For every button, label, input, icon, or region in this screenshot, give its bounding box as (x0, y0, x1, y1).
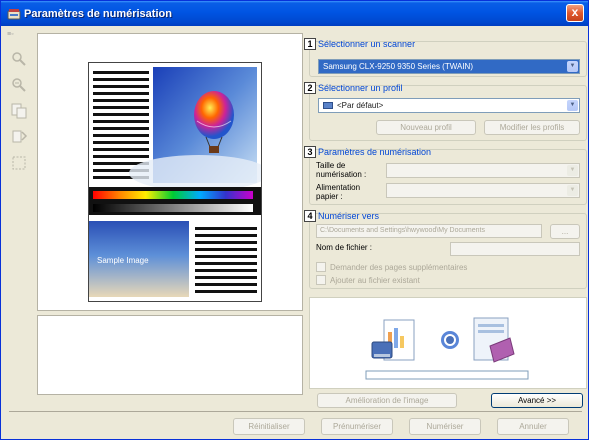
destination-path-field[interactable]: C:\Documents and Settings\hwywood\My Doc… (316, 224, 542, 238)
step-1-badge: 1 (304, 38, 316, 50)
image-enhancement-button[interactable]: Amélioration de l'image (317, 393, 457, 408)
scan-settings-group: 3 Paramètres de numérisation Taille de n… (304, 146, 587, 205)
footer-divider (9, 411, 582, 412)
paper-feed-label: Alimentation papier : (316, 183, 361, 201)
scan-flow-illustration (309, 297, 587, 389)
profile-icon (323, 102, 333, 109)
scan-size-select[interactable]: ▼ (386, 163, 580, 178)
edit-profiles-button[interactable]: Modifier les profils (484, 120, 580, 135)
ask-more-pages-label: Demander des pages supplémentaires (330, 262, 468, 272)
chevron-down-icon[interactable]: ▼ (567, 61, 578, 72)
scanner-group: 1 Sélectionner un scanner Samsung CLX-92… (304, 38, 587, 77)
zoom-out-icon[interactable] (9, 75, 29, 95)
filename-field[interactable] (450, 242, 580, 256)
scanner-select-value: Samsung CLX-9250 9350 Series (TWAIN) (323, 62, 473, 71)
info-panel (37, 315, 303, 395)
rotate-icon[interactable] (9, 127, 29, 147)
add-to-file-label: Ajouter au fichier existant (330, 275, 420, 285)
profile-group: 2 Sélectionner un profil <Par défaut> ▼ … (304, 82, 587, 141)
menu-strip-icon[interactable]: ≡◦ (7, 31, 21, 41)
profile-group-title: Sélectionner un profil (318, 83, 403, 93)
select-area-icon[interactable] (9, 153, 29, 173)
cancel-button[interactable]: Annuler (497, 418, 569, 435)
paper-feed-select[interactable]: ▼ (386, 183, 580, 198)
preview-panel[interactable]: Sample Image (37, 33, 303, 311)
filename-label: Nom de fichier : (316, 243, 373, 252)
reset-button[interactable]: Réinitialiser (233, 418, 305, 435)
fit-page-icon[interactable] (9, 101, 29, 121)
chevron-down-icon[interactable]: ▼ (567, 100, 578, 111)
scan-to-group: 4 Numériser vers C:\Documents and Settin… (304, 210, 587, 289)
profile-select-value: <Par défaut> (337, 101, 384, 110)
browse-button[interactable]: ... (550, 224, 580, 239)
ask-more-pages-checkbox[interactable]: Demander des pages supplémentaires (316, 262, 467, 272)
sample-image-illustration: Sample Image (89, 67, 269, 297)
step-2-badge: 2 (304, 82, 316, 94)
sample-document-preview: Sample Image (88, 62, 269, 302)
chevron-down-icon[interactable]: ▼ (567, 165, 578, 176)
profile-select[interactable]: <Par défaut> ▼ (318, 98, 580, 113)
scanner-select[interactable]: Samsung CLX-9250 9350 Series (TWAIN) ▼ (318, 59, 580, 74)
close-button[interactable]: x (566, 4, 584, 22)
prescan-button[interactable]: Prénumériser (321, 418, 393, 435)
chevron-down-icon[interactable]: ▼ (567, 185, 578, 196)
step-4-badge: 4 (304, 210, 316, 222)
preview-toolbar (9, 49, 31, 179)
close-icon: x (571, 5, 579, 19)
scan-to-group-title: Numériser vers (318, 211, 380, 221)
add-to-file-checkbox[interactable]: Ajouter au fichier existant (316, 275, 420, 285)
new-profile-button[interactable]: Nouveau profil (376, 120, 476, 135)
scan-settings-window: Paramètres de numérisation x ≡◦ Sample I… (0, 0, 589, 440)
sample-image-label: Sample Image (97, 256, 149, 265)
title-bar[interactable]: Paramètres de numérisation x (1, 1, 588, 26)
checkbox-box[interactable] (316, 275, 326, 285)
checkbox-box[interactable] (316, 262, 326, 272)
scanner-group-title: Sélectionner un scanner (318, 39, 416, 49)
scan-flow-graphic (365, 317, 529, 380)
step-3-badge: 3 (304, 146, 316, 158)
scan-button[interactable]: Numériser (409, 418, 481, 435)
scan-size-label: Taille de numérisation : (316, 161, 367, 179)
scan-settings-group-title: Paramètres de numérisation (318, 147, 432, 157)
zoom-in-icon[interactable] (9, 49, 29, 69)
window-title: Paramètres de numérisation (24, 7, 172, 20)
app-icon (7, 7, 21, 21)
advanced-button[interactable]: Avancé >> (491, 393, 583, 408)
